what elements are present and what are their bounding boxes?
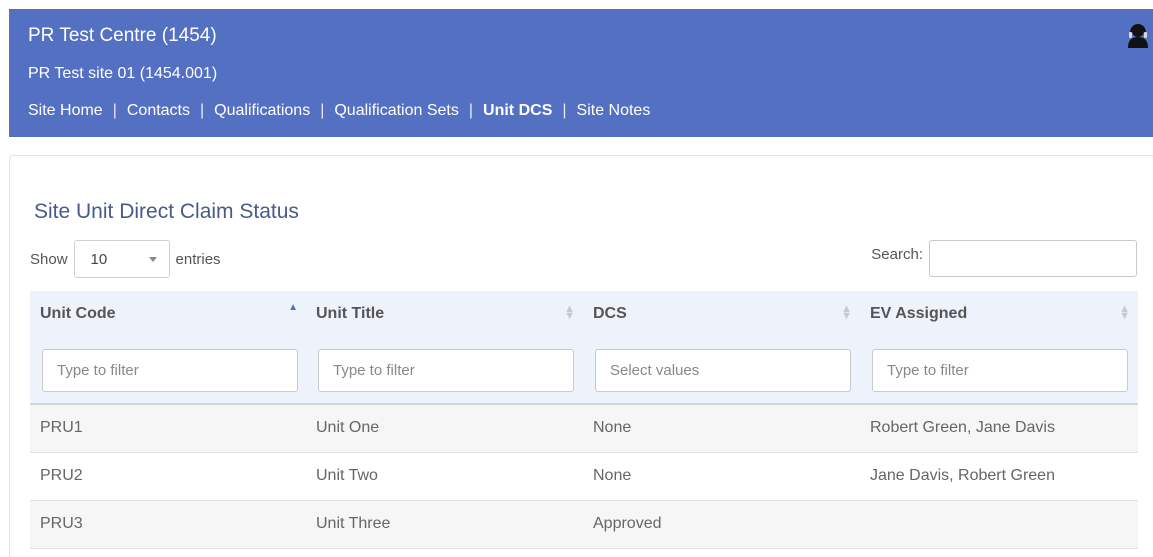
nav-qualification-sets[interactable]: Qualification Sets [334, 102, 459, 120]
table-row[interactable]: PRU2 Unit Two None Jane Davis, Robert Gr… [30, 452, 1138, 500]
column-header-ev-assigned[interactable]: EV Assigned ▲ ▼ [860, 291, 1138, 337]
cell-ev-assigned: Jane Davis, Robert Green [870, 467, 1055, 484]
filter-row: Type to filter Type to filter Select val… [30, 337, 1138, 404]
entries-label: entries [175, 250, 221, 268]
sort-icon: ▲ ▼ [841, 303, 852, 322]
site-nav: Site Home | Contacts | Qualifications | … [28, 102, 650, 120]
sort-icon: ▲ ▼ [564, 303, 575, 322]
chevron-down-icon [148, 256, 157, 262]
cell-ev-assigned [860, 500, 1138, 548]
ev-assigned-filter[interactable]: Type to filter [872, 348, 1128, 392]
cell-dcs: None [593, 419, 632, 437]
cell-unit-title: Unit Three [316, 515, 391, 532]
entries-length-control: Show 10 entries [30, 240, 221, 278]
nav-separator: | [320, 102, 325, 119]
nav-site-notes[interactable]: Site Notes [577, 102, 651, 120]
nav-unit-dcs[interactable]: Unit DCS [483, 102, 552, 120]
nav-contacts[interactable]: Contacts [127, 102, 190, 120]
column-header-dcs[interactable]: DCS ▲ ▼ [583, 291, 860, 337]
search-input[interactable] [929, 240, 1137, 277]
column-header-unit-code[interactable]: Unit Code ▲ [30, 291, 306, 337]
table-row[interactable]: PRU3 Unit Three Approved [30, 500, 1138, 548]
column-label: Unit Title [316, 305, 385, 322]
entries-value: 10 [90, 250, 108, 268]
cell-unit-code: PRU1 [40, 419, 83, 437]
nav-site-home[interactable]: Site Home [28, 102, 103, 120]
table-header-row: Unit Code ▲ Unit Title ▲ ▼ DCS ▲ ▼ EV Assi… [30, 291, 1138, 337]
cell-unit-title: Unit Two [316, 467, 378, 484]
nav-separator: | [200, 102, 205, 119]
site-title: PR Test site 01 (1454.001) [28, 65, 218, 82]
nav-separator: | [112, 102, 117, 119]
unit-dcs-table: Unit Code ▲ Unit Title ▲ ▼ DCS ▲ ▼ EV Assi… [30, 291, 1138, 549]
centre-title: PR Test Centre (1454) [28, 25, 217, 46]
nav-separator: | [468, 102, 474, 119]
cell-unit-code: PRU2 [40, 467, 83, 484]
column-label: EV Assigned [870, 305, 968, 322]
sort-ascending-icon: ▲ [288, 302, 298, 313]
panel-title: Site Unit Direct Claim Status [34, 200, 299, 223]
cell-dcs: None [593, 467, 632, 484]
unit-title-filter[interactable]: Type to filter [318, 348, 574, 392]
unit-code-filter[interactable]: Type to filter [42, 348, 298, 392]
show-label: Show [30, 250, 68, 268]
nav-separator: | [562, 102, 567, 119]
user-icon[interactable] [1127, 23, 1149, 49]
cell-unit-code: PRU3 [40, 515, 83, 532]
table-search: Search: [871, 240, 1137, 277]
entries-select[interactable]: 10 [73, 240, 170, 278]
column-header-unit-title[interactable]: Unit Title ▲ ▼ [306, 291, 583, 337]
table-row[interactable]: PRU1 Unit One None Robert Green, Jane Da… [30, 404, 1138, 452]
dcs-filter-select[interactable]: Select values [595, 348, 851, 392]
cell-unit-title: Unit One [316, 419, 380, 437]
column-label: Unit Code [40, 305, 116, 322]
cell-dcs: Approved [593, 515, 662, 532]
unit-dcs-panel: Site Unit Direct Claim Status Show 10 en… [9, 155, 1153, 557]
cell-ev-assigned: Robert Green, Jane Davis [870, 419, 1055, 437]
column-label: DCS [593, 305, 627, 322]
site-header: PR Test Centre (1454) PR Test site 01 (1… [9, 9, 1153, 137]
sort-icon: ▲ ▼ [1119, 303, 1130, 322]
search-label: Search: [871, 246, 923, 263]
nav-qualifications[interactable]: Qualifications [214, 102, 310, 120]
